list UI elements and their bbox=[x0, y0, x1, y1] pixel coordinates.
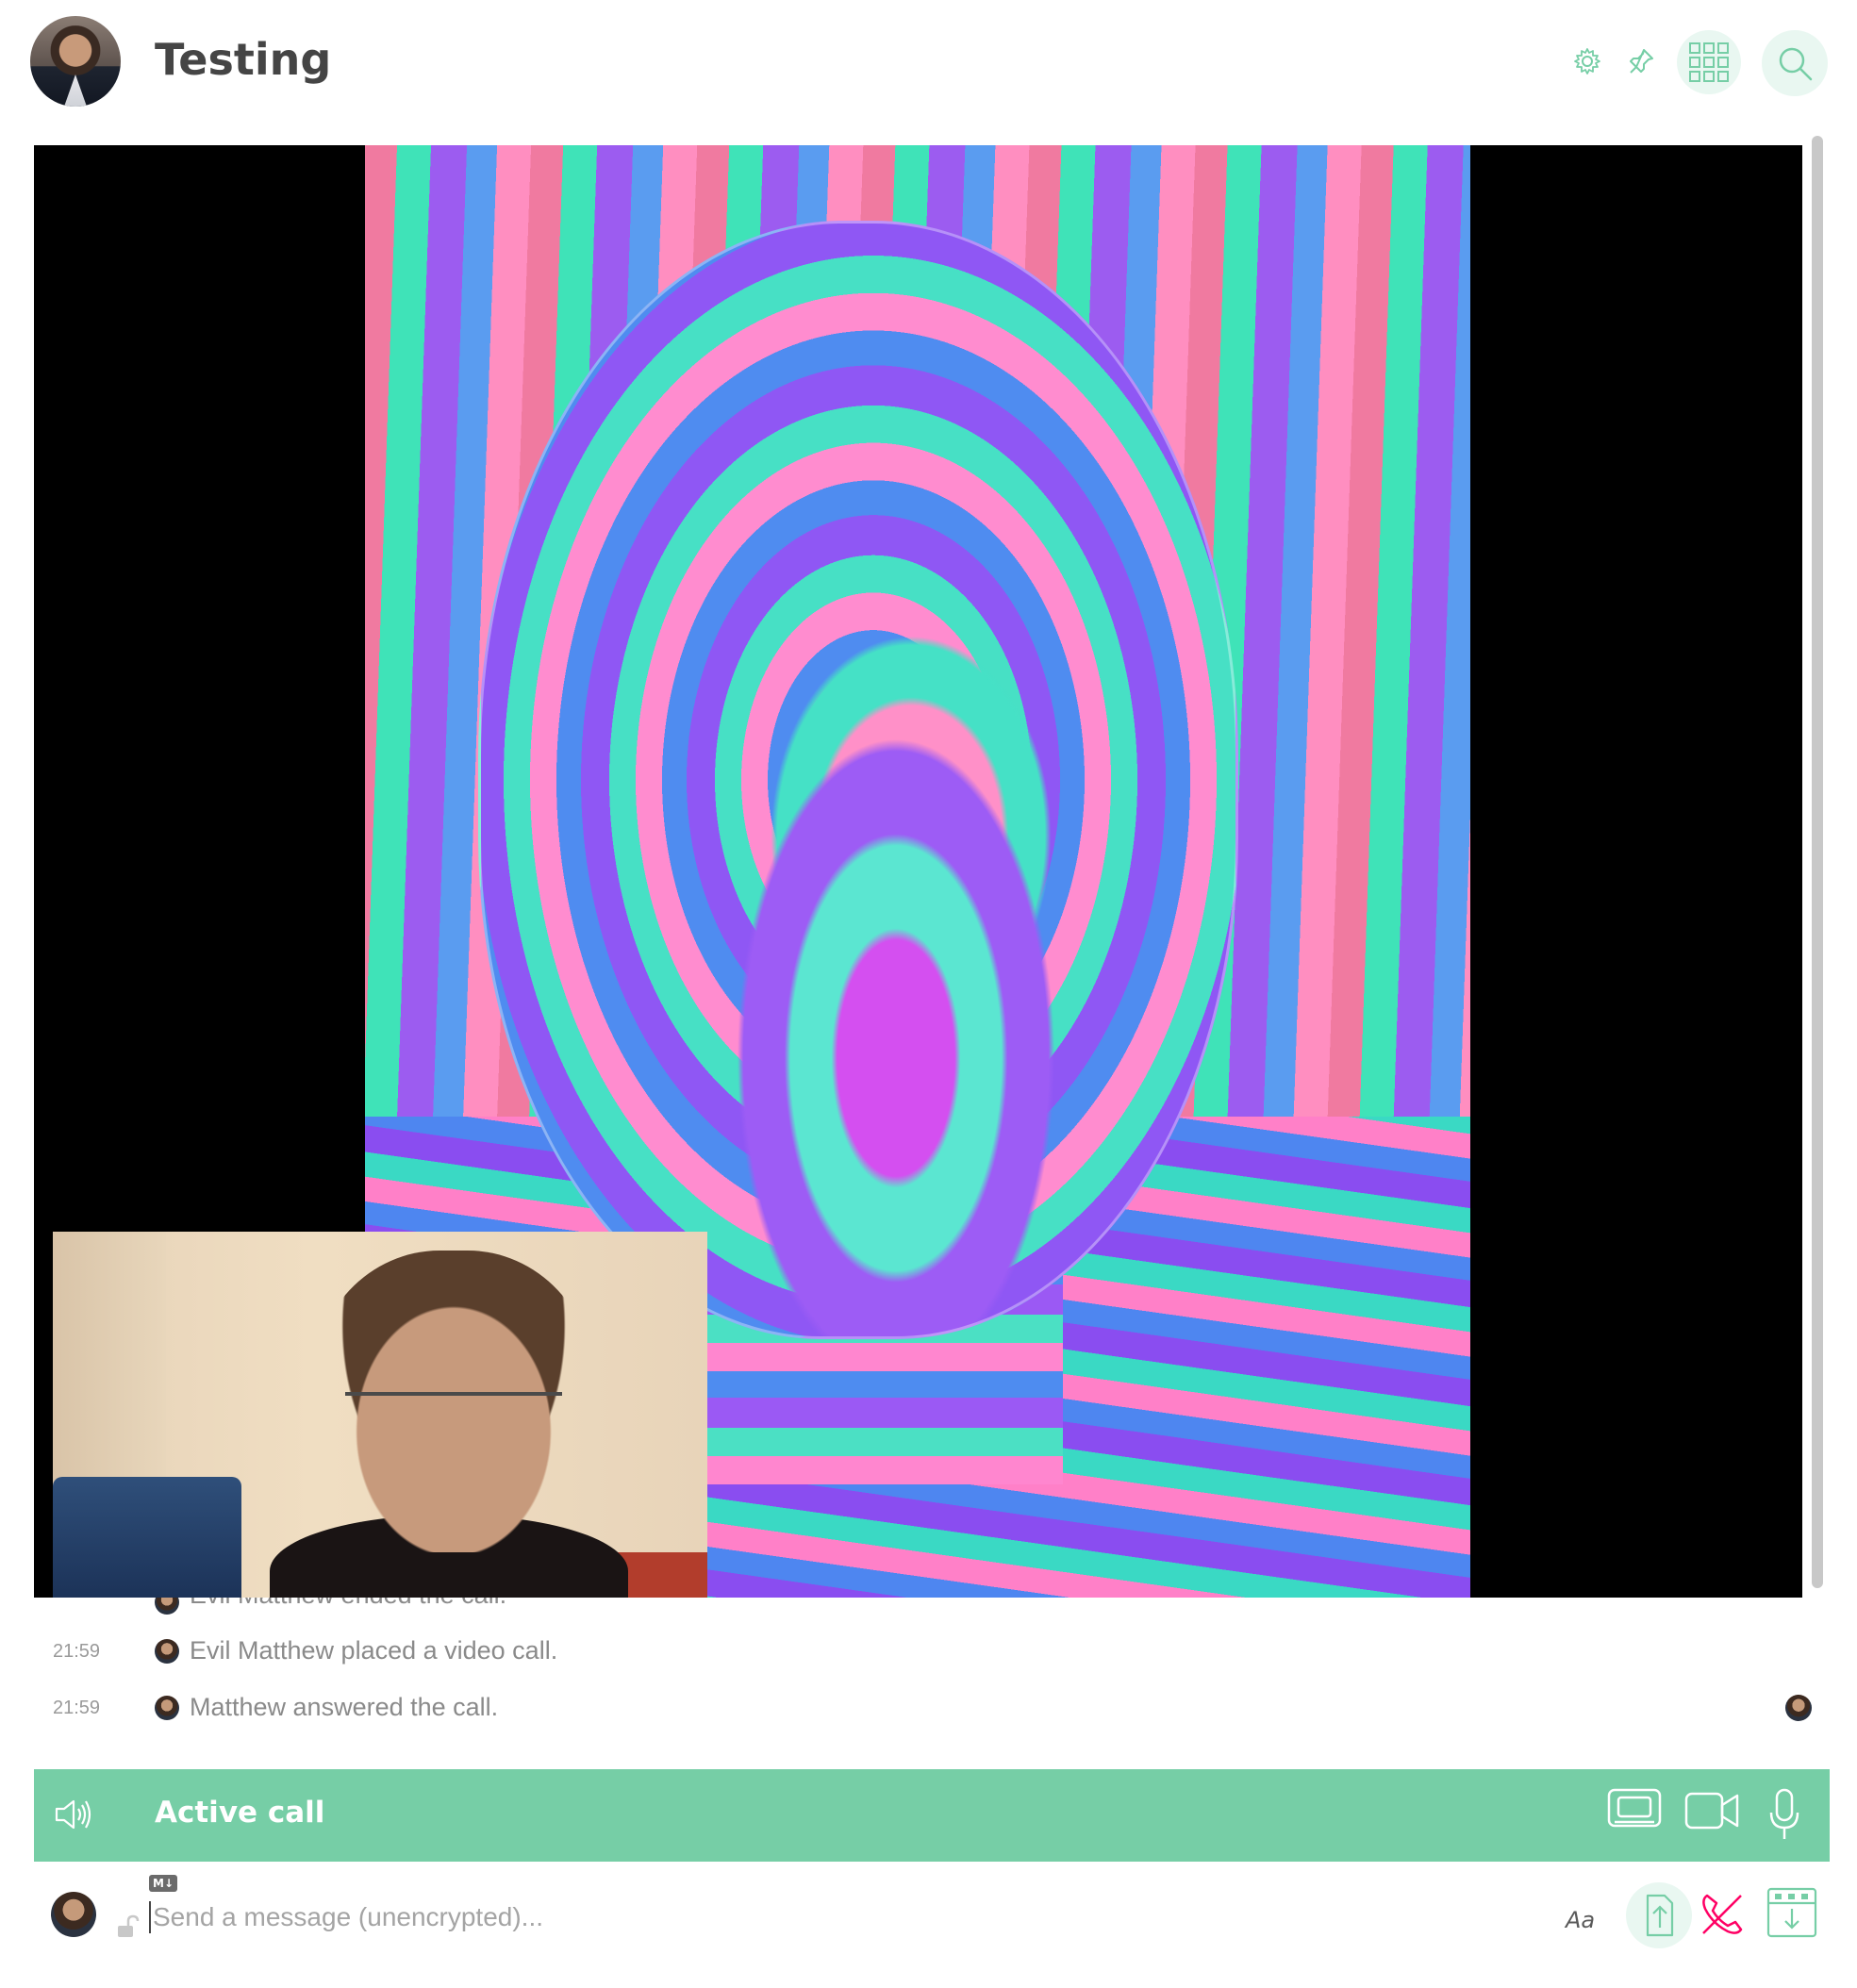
speaker-icon bbox=[55, 1799, 91, 1830]
timeline-scrollbar[interactable] bbox=[1808, 126, 1827, 1598]
upload-button[interactable] bbox=[1626, 1882, 1692, 1948]
hangup-button[interactable] bbox=[1698, 1890, 1747, 1944]
event-text: Evil Matthew ended the call. bbox=[190, 1598, 506, 1610]
widget-button[interactable] bbox=[1766, 1886, 1818, 1944]
local-video-laptop bbox=[53, 1477, 241, 1598]
apps-icon bbox=[1689, 42, 1729, 82]
video-toggle-button[interactable] bbox=[1684, 1788, 1741, 1838]
remote-video-face bbox=[478, 221, 1238, 1339]
mic-toggle-button[interactable] bbox=[1767, 1788, 1801, 1846]
room-avatar[interactable] bbox=[30, 16, 121, 107]
event-timestamp: 21:59 bbox=[53, 1698, 101, 1718]
video-icon bbox=[1684, 1792, 1739, 1830]
unencrypted-indicator bbox=[115, 1914, 140, 1944]
event-timestamp: 21:59 bbox=[53, 1641, 101, 1662]
active-call-label: Active call bbox=[155, 1796, 325, 1830]
formatting-button[interactable]: Aa bbox=[1566, 1907, 1595, 1933]
room-title[interactable]: Testing bbox=[155, 34, 331, 85]
timeline-event: 21:59 Evil Matthew placed a video call. bbox=[34, 1632, 1807, 1669]
avatar[interactable] bbox=[51, 1892, 96, 1937]
event-text: Matthew answered the call. bbox=[190, 1693, 499, 1721]
local-video-glasses bbox=[345, 1392, 562, 1433]
scrollbar-thumb[interactable] bbox=[1812, 136, 1823, 1588]
avatar[interactable] bbox=[155, 1696, 179, 1720]
markdown-toggle[interactable]: M↓ bbox=[149, 1875, 177, 1892]
event-text: Evil Matthew placed a video call. bbox=[190, 1636, 558, 1665]
room-header: Testing bbox=[0, 0, 1857, 132]
mic-icon bbox=[1769, 1788, 1799, 1839]
timeline-event-partial: Evil Matthew ended the call. bbox=[34, 1598, 1807, 1616]
hangup-icon bbox=[1702, 1894, 1743, 1934]
search-button[interactable] bbox=[1762, 30, 1828, 96]
pin-icon bbox=[1630, 49, 1653, 74]
read-receipt-avatar[interactable] bbox=[1785, 1695, 1812, 1721]
widget-icon bbox=[1766, 1887, 1817, 1938]
video-call-view bbox=[34, 145, 1802, 1598]
local-video-preview bbox=[53, 1232, 707, 1598]
screenshare-icon bbox=[1607, 1788, 1662, 1828]
avatar[interactable] bbox=[155, 1639, 179, 1664]
avatar[interactable] bbox=[155, 1598, 179, 1615]
timeline-event: 21:59 Matthew answered the call. bbox=[34, 1688, 1807, 1726]
apps-button[interactable] bbox=[1677, 30, 1741, 94]
message-composer: M↓ Aa bbox=[0, 1867, 1857, 1988]
lock-icon bbox=[118, 1914, 140, 1937]
screenshare-button[interactable] bbox=[1607, 1788, 1662, 1836]
upload-icon bbox=[1646, 1894, 1674, 1937]
pinned-messages-button[interactable] bbox=[1622, 42, 1660, 80]
search-icon bbox=[1779, 47, 1813, 81]
settings-icon bbox=[1574, 48, 1600, 75]
active-call-bar: Active call bbox=[34, 1769, 1830, 1862]
speaker-button[interactable] bbox=[53, 1794, 94, 1840]
settings-button[interactable] bbox=[1568, 42, 1606, 80]
message-input[interactable] bbox=[151, 1896, 1522, 1939]
